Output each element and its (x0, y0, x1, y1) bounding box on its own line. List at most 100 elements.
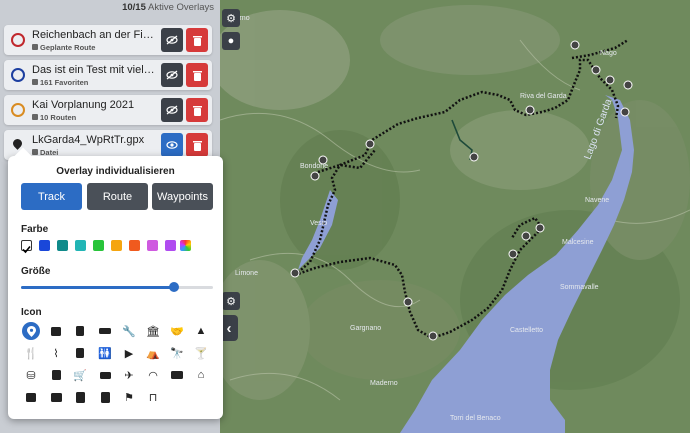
color-swatch-red-orange[interactable] (129, 240, 140, 251)
settings-icon: ⚙ (226, 295, 236, 308)
toilet-icon[interactable]: 🚻 (96, 344, 114, 362)
size-slider-handle[interactable] (169, 282, 179, 292)
bank-icon[interactable]: 🏛 (144, 322, 162, 340)
svg-text:Castelletto: Castelletto (510, 327, 543, 334)
svg-text:Riva del Garda: Riva del Garda (520, 93, 567, 100)
active-overlays-count: 10/15 Aktive Overlays (122, 2, 214, 13)
overlay-subtitle: 161 Favoriten (32, 78, 88, 87)
eye-off-icon (166, 105, 178, 115)
money-icon[interactable] (96, 366, 114, 384)
overlay-card-0[interactable]: Reichenbach an der Fils - ... Geplante R… (4, 25, 212, 55)
svg-text:Sommavalle: Sommavalle (560, 284, 599, 291)
svg-text:Limone: Limone (235, 270, 258, 277)
wifi-icon[interactable]: ◠ (144, 366, 162, 384)
coins-icon[interactable]: ⛁ (22, 366, 40, 384)
map-view[interactable]: Bondone Vesio Riva del Garda Malcesine N… (220, 0, 690, 433)
wrench-icon[interactable]: 🔧 (120, 322, 138, 340)
overlay-card-1[interactable]: Das ist ein Test mit vielen ... 161 Favo… (4, 60, 212, 90)
restaurant-icon[interactable]: 🍴 (22, 344, 40, 362)
folder-icon (32, 114, 38, 120)
svg-text:Torri del Benaco: Torri del Benaco (450, 415, 501, 422)
binoculars-icon[interactable]: 🔭 (168, 344, 186, 362)
camera-icon[interactable] (47, 322, 65, 340)
map-locate-button[interactable]: ● (222, 32, 240, 50)
delete-overlay-button[interactable] (186, 133, 208, 157)
color-swatch-custom[interactable] (180, 240, 191, 251)
color-swatch-cyan[interactable] (75, 240, 86, 251)
map-label: Bondone (300, 163, 328, 170)
svg-text:Malcesine: Malcesine (562, 239, 594, 246)
bed-icon[interactable] (96, 322, 114, 340)
plane-icon[interactable]: ✈ (120, 366, 138, 384)
color-swatch-pink[interactable] (147, 240, 158, 251)
trash-icon (192, 140, 202, 151)
svg-text:Nago: Nago (600, 50, 617, 57)
cocktail-icon[interactable]: 🍸 (192, 344, 210, 362)
caravan-icon[interactable] (168, 366, 186, 384)
color-swatch-black[interactable] (21, 240, 32, 254)
overlay-customize-popup: Overlay individualisieren Track Route Wa… (8, 156, 223, 419)
map-canvas[interactable]: Bondone Vesio Riva del Garda Malcesine N… (220, 0, 690, 433)
hotel-icon[interactable] (71, 388, 89, 406)
tent-icon[interactable]: ▲ (192, 322, 210, 340)
map-pin-icon[interactable] (22, 322, 40, 340)
overlay-color-ring (11, 68, 25, 82)
color-label: Farbe (21, 224, 49, 235)
fuel-icon[interactable] (71, 322, 89, 340)
route-icon[interactable]: ⌇ (47, 344, 65, 362)
overlay-card-2[interactable]: Kai Vorplanung 2021 10 Routen (4, 95, 212, 125)
delete-overlay-button[interactable] (186, 98, 208, 122)
toggle-visibility-button[interactable] (161, 98, 183, 122)
color-swatch-purple[interactable] (165, 240, 176, 251)
flag-icon[interactable]: ⚑ (120, 388, 138, 406)
overlay-subtitle: Geplante Route (32, 43, 95, 52)
route-icon (32, 44, 38, 50)
tab-route[interactable]: Route (87, 183, 148, 210)
campfire-icon[interactable]: ⛺ (144, 344, 162, 362)
svg-text:Gargnano: Gargnano (350, 325, 381, 332)
folder-icon (32, 79, 38, 85)
eye-off-icon (166, 70, 178, 80)
toggle-visibility-button[interactable] (161, 133, 183, 157)
map-pin-icon: ● (227, 35, 235, 47)
color-swatch-green[interactable] (93, 240, 104, 251)
shop-icon[interactable] (47, 388, 65, 406)
trash-icon[interactable] (47, 366, 65, 384)
map-settings-button[interactable]: ⚙ (222, 292, 240, 310)
overlay-color-ring (11, 33, 25, 47)
color-swatch-teal[interactable] (57, 240, 68, 251)
color-swatch-orange[interactable] (111, 240, 122, 251)
tab-waypoints[interactable]: Waypoints (152, 183, 213, 210)
toggle-visibility-button[interactable] (161, 28, 183, 52)
gear-icon: ⚙ (226, 12, 236, 25)
trash-icon (192, 105, 202, 116)
garage-icon[interactable]: ⌂ (192, 366, 210, 384)
size-slider-track[interactable] (21, 286, 213, 289)
overlay-title: Das ist ein Test mit vielen ... (32, 64, 156, 76)
size-label: Größe (21, 266, 51, 277)
check-icon (22, 245, 31, 254)
toggle-visibility-button[interactable] (161, 63, 183, 87)
color-swatch-blue[interactable] (39, 240, 50, 251)
svg-text:Vesio: Vesio (310, 220, 327, 227)
map-layers-button[interactable]: ⚙ (222, 9, 240, 27)
overlay-title: Reichenbach an der Fils - ... (32, 29, 156, 41)
trash-icon (192, 70, 202, 81)
save-icon[interactable] (22, 388, 40, 406)
icon-label: Icon (21, 307, 42, 318)
delete-overlay-button[interactable] (186, 28, 208, 52)
size-slider-fill (21, 286, 174, 289)
trash-icon (192, 35, 202, 46)
picnic-icon[interactable]: ⊓ (144, 388, 162, 406)
popup-title: Overlay individualisieren (56, 166, 175, 177)
shopping-cart-icon[interactable]: 🛒 (71, 366, 89, 384)
overlay-title: LkGarda4_WpRtTr.gpx (32, 134, 145, 146)
tab-track[interactable]: Track (21, 183, 82, 210)
overlay-color-ring (11, 103, 25, 117)
shower-icon[interactable] (71, 344, 89, 362)
svg-text:Maderno: Maderno (370, 380, 398, 387)
delete-overlay-button[interactable] (186, 63, 208, 87)
washing-icon[interactable] (96, 388, 114, 406)
video-icon[interactable]: ▶ (120, 344, 138, 362)
handshake-icon[interactable]: 🤝 (168, 322, 186, 340)
